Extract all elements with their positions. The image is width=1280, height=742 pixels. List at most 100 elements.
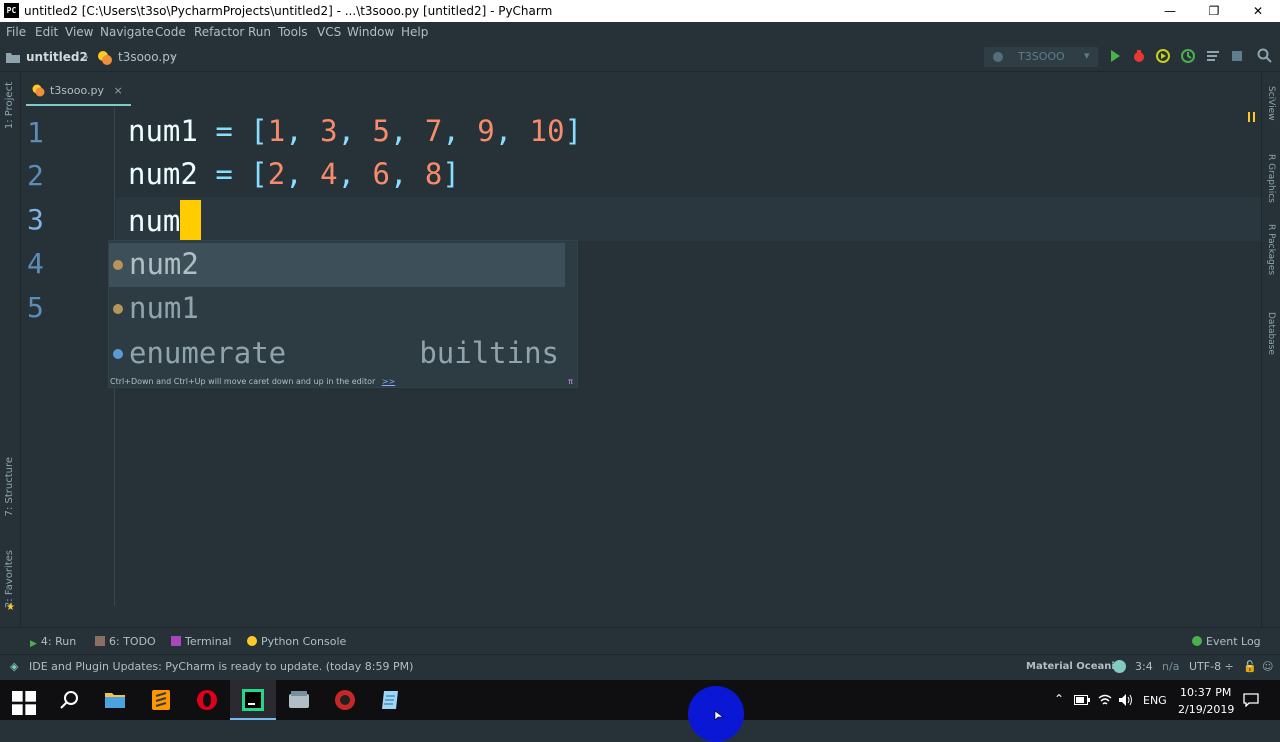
- clock-time[interactable]: 10:37 PM: [1180, 686, 1231, 699]
- todo-tool-tab[interactable]: 6: TODO: [95, 635, 156, 648]
- variable-name: num1: [128, 114, 198, 148]
- completion-label: num1: [129, 291, 199, 325]
- maximize-button[interactable]: ❐: [1192, 0, 1236, 22]
- menu-run[interactable]: Run: [248, 25, 271, 39]
- menu-navigate[interactable]: Navigate: [100, 25, 154, 39]
- completion-type: builtins: [419, 336, 559, 370]
- action-center-icon[interactable]: [1243, 693, 1259, 707]
- project-tool-tab[interactable]: 1: Project: [4, 82, 15, 129]
- stop-icon[interactable]: [1229, 48, 1245, 64]
- menu-file[interactable]: File: [6, 25, 26, 39]
- breadcrumb-chevron-icon: ›: [171, 50, 176, 64]
- line-separator[interactable]: n/a: [1162, 660, 1179, 673]
- left-tool-strip: 1: Project 7: Structure 2: Favorites ★: [0, 72, 21, 627]
- search-everywhere-icon[interactable]: [1257, 48, 1273, 64]
- terminal-icon: [171, 636, 181, 646]
- pin-icon[interactable]: π: [568, 375, 573, 389]
- list-number: 9: [477, 114, 495, 148]
- operator: =: [215, 114, 233, 148]
- language-indicator[interactable]: ENG: [1143, 694, 1167, 707]
- notes-app-icon[interactable]: [379, 688, 403, 712]
- editor-tab-t3sooo[interactable]: t3sooo.py ×: [26, 78, 131, 106]
- menu-edit[interactable]: Edit: [35, 25, 58, 39]
- notifications-icon[interactable]: ☺: [1262, 660, 1273, 673]
- theme-name[interactable]: Material Oceanic: [1026, 661, 1121, 672]
- battery-icon[interactable]: [1074, 695, 1090, 705]
- structure-tool-tab[interactable]: 7: Structure: [4, 457, 15, 516]
- favorites-tool-tab[interactable]: 2: Favorites: [4, 550, 15, 608]
- navigation-bar: untitled2 › t3sooo.py › T3SOOO ▾: [0, 42, 1280, 72]
- lock-icon[interactable]: 🔓: [1243, 660, 1257, 673]
- caret-position[interactable]: 3:4: [1135, 660, 1153, 673]
- update-icon[interactable]: ◈: [10, 660, 18, 673]
- run-tab-icon: ▶: [30, 639, 37, 649]
- debug-icon[interactable]: [1131, 48, 1147, 64]
- windows-taskbar: ⌃ ENG 10:37 PM 2/19/2019: [0, 680, 1280, 720]
- mouse-pointer-icon: [714, 710, 724, 720]
- close-bracket: ]: [564, 114, 583, 148]
- completion-item[interactable]: num2: [109, 243, 565, 287]
- opera-browser-icon[interactable]: [195, 688, 219, 712]
- sciview-tool-tab[interactable]: SciView: [1266, 86, 1276, 121]
- breadcrumb-file[interactable]: t3sooo.py: [118, 50, 177, 64]
- event-log-icon: [1192, 636, 1202, 646]
- record-app-icon[interactable]: [333, 688, 357, 712]
- typed-text: num: [128, 204, 181, 238]
- list-number: 2: [267, 157, 286, 191]
- coverage-icon[interactable]: [1155, 48, 1171, 64]
- sublime-text-icon[interactable]: [149, 688, 173, 712]
- volume-icon[interactable]: [1118, 693, 1134, 707]
- right-tool-strip: SciView R Graphics R Packages Database: [1261, 72, 1280, 627]
- terminal-tool-tab[interactable]: Terminal: [171, 635, 232, 648]
- pycharm-taskbar-icon[interactable]: [241, 688, 265, 712]
- run-icon[interactable]: [1107, 48, 1123, 64]
- search-icon[interactable]: [58, 688, 82, 712]
- database-tool-tab[interactable]: Database: [1266, 312, 1276, 355]
- tab-close-icon[interactable]: ×: [114, 84, 123, 97]
- menu-code[interactable]: Code: [155, 25, 186, 39]
- run-tool-tab[interactable]: ▶ 4: Run: [30, 635, 76, 649]
- menu-window[interactable]: Window: [347, 25, 394, 39]
- text-caret: [180, 200, 202, 240]
- completion-hint-link[interactable]: >>: [382, 377, 395, 386]
- r-packages-tool-tab[interactable]: R Packages: [1266, 224, 1276, 275]
- code-line-2: num2 = [2, 4, 6, 8]: [128, 157, 460, 191]
- python-console-tool-tab[interactable]: Python Console: [247, 635, 346, 648]
- breadcrumb-project[interactable]: untitled2: [26, 50, 88, 64]
- tray-overflow-icon[interactable]: ⌃: [1054, 692, 1064, 706]
- menu-vcs[interactable]: VCS: [317, 25, 341, 39]
- status-bar: ◈ IDE and Plugin Updates: PyCharm is rea…: [0, 654, 1280, 678]
- editor-tab-bar: t3sooo.py ×: [21, 78, 1261, 106]
- menu-refactor[interactable]: Refactor: [194, 25, 244, 39]
- list-number: 5: [372, 114, 390, 148]
- file-encoding[interactable]: UTF-8 ÷: [1189, 660, 1234, 673]
- app-window-icon[interactable]: [287, 688, 311, 712]
- completion-item[interactable]: enumerate builtins: [109, 332, 565, 376]
- profile-icon[interactable]: [1180, 48, 1196, 64]
- line-number: 1: [27, 116, 44, 149]
- run-configuration-select[interactable]: T3SOOO ▾: [984, 47, 1098, 67]
- python-console-label: Python Console: [261, 635, 347, 648]
- close-window-button[interactable]: ✕: [1236, 0, 1280, 22]
- completion-item[interactable]: num1: [109, 287, 565, 331]
- open-bracket: [: [250, 114, 268, 148]
- menu-view[interactable]: View: [65, 25, 93, 39]
- windows-start-icon[interactable]: [12, 691, 36, 715]
- concurrency-icon[interactable]: [1205, 48, 1221, 64]
- list-number: 8: [424, 157, 443, 191]
- folder-icon: [6, 53, 20, 63]
- wifi-icon[interactable]: [1098, 693, 1112, 707]
- status-message[interactable]: IDE and Plugin Updates: PyCharm is ready…: [29, 660, 413, 673]
- inspection-status-icon[interactable]: [1248, 112, 1256, 122]
- file-explorer-icon[interactable]: [103, 688, 127, 712]
- run-configuration-name: T3SOOO: [1018, 50, 1065, 63]
- clock-date[interactable]: 2/19/2019: [1178, 703, 1234, 716]
- editor-tab-label: t3sooo.py: [50, 84, 105, 97]
- r-graphics-tool-tab[interactable]: R Graphics: [1266, 154, 1276, 203]
- minimize-button[interactable]: —: [1148, 0, 1192, 22]
- menu-tools[interactable]: Tools: [278, 25, 308, 39]
- menu-help[interactable]: Help: [401, 25, 428, 39]
- event-log-tool-tab[interactable]: Event Log: [1192, 635, 1261, 648]
- list-number: 7: [424, 114, 443, 148]
- variable-name: num2: [128, 157, 198, 191]
